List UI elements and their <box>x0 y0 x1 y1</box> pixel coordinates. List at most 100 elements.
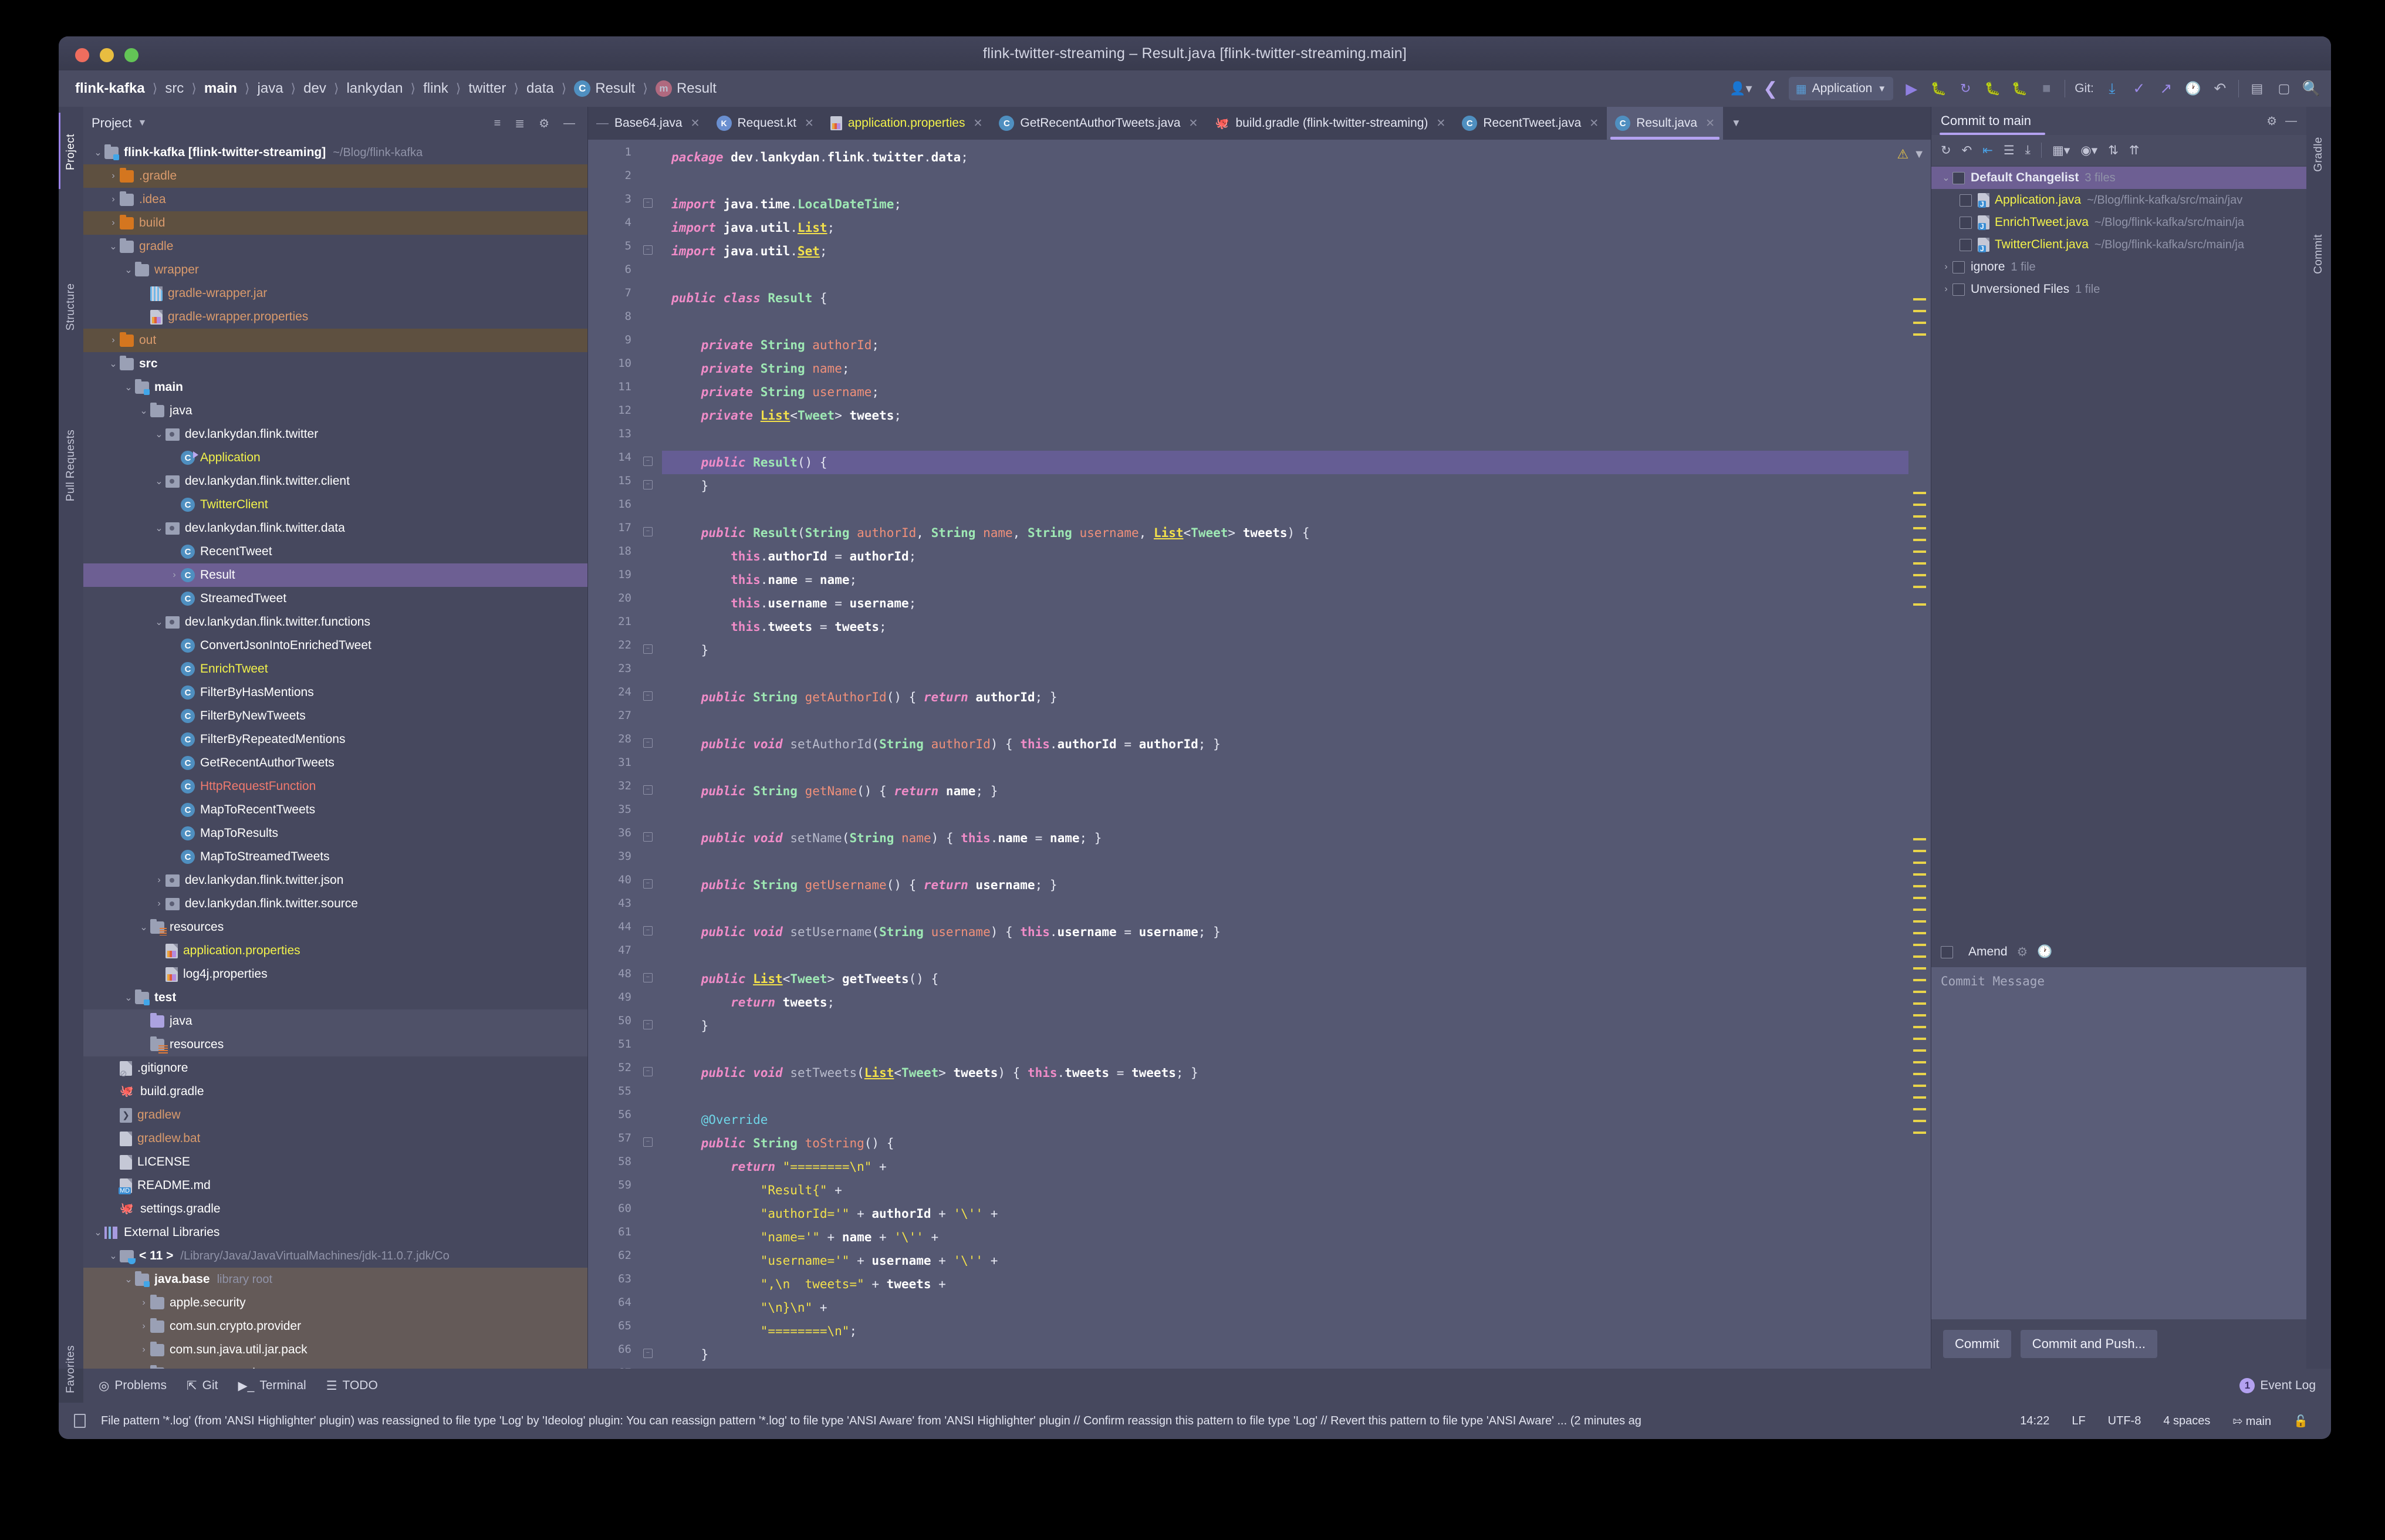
user-avatar-icon[interactable]: 👤▾ <box>1729 76 1752 102</box>
editor-tab[interactable]: 🐙build.gradle (flink-twitter-streaming)✕ <box>1206 107 1454 140</box>
code-line[interactable] <box>662 944 1908 967</box>
file-checkbox[interactable] <box>1960 239 1972 251</box>
terminal-icon[interactable]: ▢ <box>2275 76 2293 102</box>
chevron-right-icon[interactable]: › <box>107 1180 120 1191</box>
code-line[interactable]: private List<Tweet> tweets; <box>662 404 1908 427</box>
fold-toggle-icon[interactable]: − <box>643 1349 653 1358</box>
chevron-down-icon[interactable]: ⌄ <box>153 522 165 534</box>
git-rollback-icon[interactable]: ↶ <box>2211 76 2229 102</box>
chevron-right-icon[interactable]: › <box>107 1157 120 1167</box>
rail-item-pull-requests[interactable]: Pull Requests <box>65 430 77 501</box>
chevron-right-icon[interactable]: › <box>168 852 181 862</box>
chevron-right-icon[interactable]: › <box>137 312 150 322</box>
editor-tab[interactable]: CGetRecentAuthorTweets.java✕ <box>991 107 1206 140</box>
code-line[interactable]: "Result{" + <box>662 1178 1908 1202</box>
tree-item[interactable]: ⌄dev.lankydan.flink.twitter <box>83 423 587 446</box>
expand-all-icon[interactable]: ⇅ <box>2108 143 2119 158</box>
code-line[interactable]: public String getAuthorId() { return aut… <box>662 685 1908 709</box>
code-line[interactable]: import java.time.LocalDateTime; <box>662 192 1908 216</box>
chevron-down-icon[interactable]: ▼ <box>137 118 147 129</box>
chevron-down-icon[interactable]: ⌄ <box>153 428 165 440</box>
settings-icon[interactable]: ⚙ <box>2258 114 2277 129</box>
tree-item[interactable]: ›resources <box>83 1033 587 1056</box>
event-log-button[interactable]: 1Event Log <box>2239 1378 2331 1393</box>
code-line[interactable]: public void setTweets(List<Tweet> tweets… <box>662 1061 1908 1085</box>
chevron-down-icon[interactable]: ⌄ <box>107 241 120 252</box>
changelist-checkbox[interactable] <box>1952 261 1965 273</box>
show-diff-icon[interactable]: ◉▾ <box>2080 143 2097 158</box>
tree-item[interactable]: ›gradle-wrapper.properties <box>83 305 587 329</box>
code-line[interactable]: } <box>662 639 1908 662</box>
chevron-right-icon[interactable]: › <box>168 593 181 604</box>
fold-toggle-icon[interactable]: − <box>643 1067 653 1076</box>
close-icon[interactable]: ✕ <box>1189 117 1198 130</box>
tree-item[interactable]: ›CConvertJsonIntoEnrichedTweet <box>83 634 587 657</box>
chevron-right-icon[interactable]: › <box>168 640 181 651</box>
fold-toggle-icon[interactable]: − <box>643 527 653 536</box>
tree-item[interactable]: ⌄dev.lankydan.flink.twitter.data <box>83 516 587 540</box>
code-line[interactable]: this.tweets = tweets; <box>662 615 1908 639</box>
unlocked-icon[interactable]: 🔓 <box>2286 1414 2316 1428</box>
chevron-right-icon[interactable]: › <box>107 1133 120 1144</box>
editor-tab[interactable]: CResult.java✕ <box>1607 107 1723 140</box>
code-line[interactable]: public void setAuthorId(String authorId)… <box>662 732 1908 756</box>
changes-tree[interactable]: ⌄Default Changelist3 filesApplication.ja… <box>1931 166 2306 937</box>
back-arrow-icon[interactable]: ❮ <box>1762 76 1779 102</box>
code-line[interactable]: public void setName(String name) { this.… <box>662 826 1908 850</box>
diff-icon[interactable]: ☰ <box>2004 143 2015 158</box>
code-line[interactable]: public String toString() { <box>662 1132 1908 1155</box>
tree-item[interactable]: ⌄External Libraries <box>83 1221 587 1244</box>
fold-toggle-icon[interactable]: − <box>643 832 653 842</box>
chevron-right-icon[interactable]: › <box>168 546 181 557</box>
tree-item[interactable]: ›dev.lankydan.flink.twitter.source <box>83 892 587 916</box>
rail-item-gradle[interactable]: Gradle <box>2312 137 2325 171</box>
changelist-group[interactable]: ›Unversioned Files1 file <box>1931 278 2306 300</box>
chevron-right-icon[interactable]: › <box>168 664 181 674</box>
chevron-right-icon[interactable]: › <box>168 499 181 510</box>
changelist-checkbox[interactable] <box>1952 172 1965 184</box>
indent-indicator[interactable]: 4 spaces <box>2156 1414 2218 1428</box>
chevron-right-icon[interactable]: › <box>168 828 181 839</box>
collapse-all-icon[interactable]: ≡ <box>490 117 505 130</box>
fold-toggle-icon[interactable]: − <box>643 926 653 936</box>
commit-toolbar[interactable]: ↻ ↶ ⇤ ☰ ⤓ ▦▾ ◉▾ ⇅ ⇈ <box>1931 135 2306 166</box>
status-message[interactable]: File pattern '*.log' (from 'ANSI Highlig… <box>101 1414 2005 1428</box>
tree-item[interactable]: ›out <box>83 329 587 352</box>
tree-item[interactable]: ›🐙settings.gradle <box>83 1197 587 1221</box>
chevron-right-icon[interactable]: › <box>137 288 150 299</box>
tree-item[interactable]: ⌄src <box>83 352 587 376</box>
tree-item[interactable]: ›application.properties <box>83 939 587 962</box>
code-line[interactable]: } <box>662 474 1908 498</box>
chevron-right-icon[interactable]: › <box>168 805 181 815</box>
tree-item[interactable]: ›README.md <box>83 1174 587 1197</box>
settings-icon[interactable]: ⚙ <box>535 116 553 131</box>
run-configuration-selector[interactable]: ▦ Application ▼ <box>1789 77 1894 100</box>
rail-item-commit[interactable]: Commit <box>2312 234 2325 274</box>
git-commit-icon[interactable]: ✓ <box>2130 76 2148 102</box>
code-line[interactable] <box>662 850 1908 873</box>
collapse-all-icon[interactable]: ⇈ <box>2129 143 2140 158</box>
fold-toggle-icon[interactable]: − <box>643 879 653 889</box>
group-by-icon[interactable]: ▦▾ <box>2052 143 2070 158</box>
tool-button-problems[interactable]: ◎Problems <box>99 1379 167 1393</box>
tree-item[interactable]: ⌄main <box>83 376 587 399</box>
minimize-window-button[interactable] <box>100 48 114 62</box>
close-window-button[interactable] <box>75 48 89 62</box>
changelist-file[interactable]: EnrichTweet.java~/Blog/flink-kafka/src/m… <box>1931 211 2306 234</box>
hide-panel-icon[interactable]: — <box>559 117 579 130</box>
code-line[interactable]: public String getUsername() { return use… <box>662 873 1908 897</box>
tree-item[interactable]: ›.gitignore <box>83 1056 587 1080</box>
code-editor[interactable]: 1234567891011121314151617181920212223242… <box>588 140 1931 1369</box>
tool-button-terminal[interactable]: ▶_Terminal <box>238 1379 306 1393</box>
chevron-down-icon[interactable]: ⌄ <box>137 921 150 933</box>
rail-item-project[interactable]: Project <box>65 134 77 170</box>
code-line[interactable]: return tweets; <box>662 991 1908 1014</box>
tree-item[interactable]: ›.gradle <box>83 164 587 188</box>
breadcrumb-item[interactable]: flink-kafka <box>73 80 147 97</box>
line-separator-indicator[interactable]: LF <box>2064 1414 2093 1428</box>
code-line[interactable]: "name='" + name + '\'' + <box>662 1225 1908 1249</box>
fold-toggle-icon[interactable]: − <box>643 738 653 748</box>
tree-item[interactable]: ›gradle-wrapper.jar <box>83 282 587 305</box>
fold-toggle-icon[interactable]: − <box>643 1137 653 1147</box>
profile-icon[interactable]: 🐛 <box>2011 76 2028 102</box>
